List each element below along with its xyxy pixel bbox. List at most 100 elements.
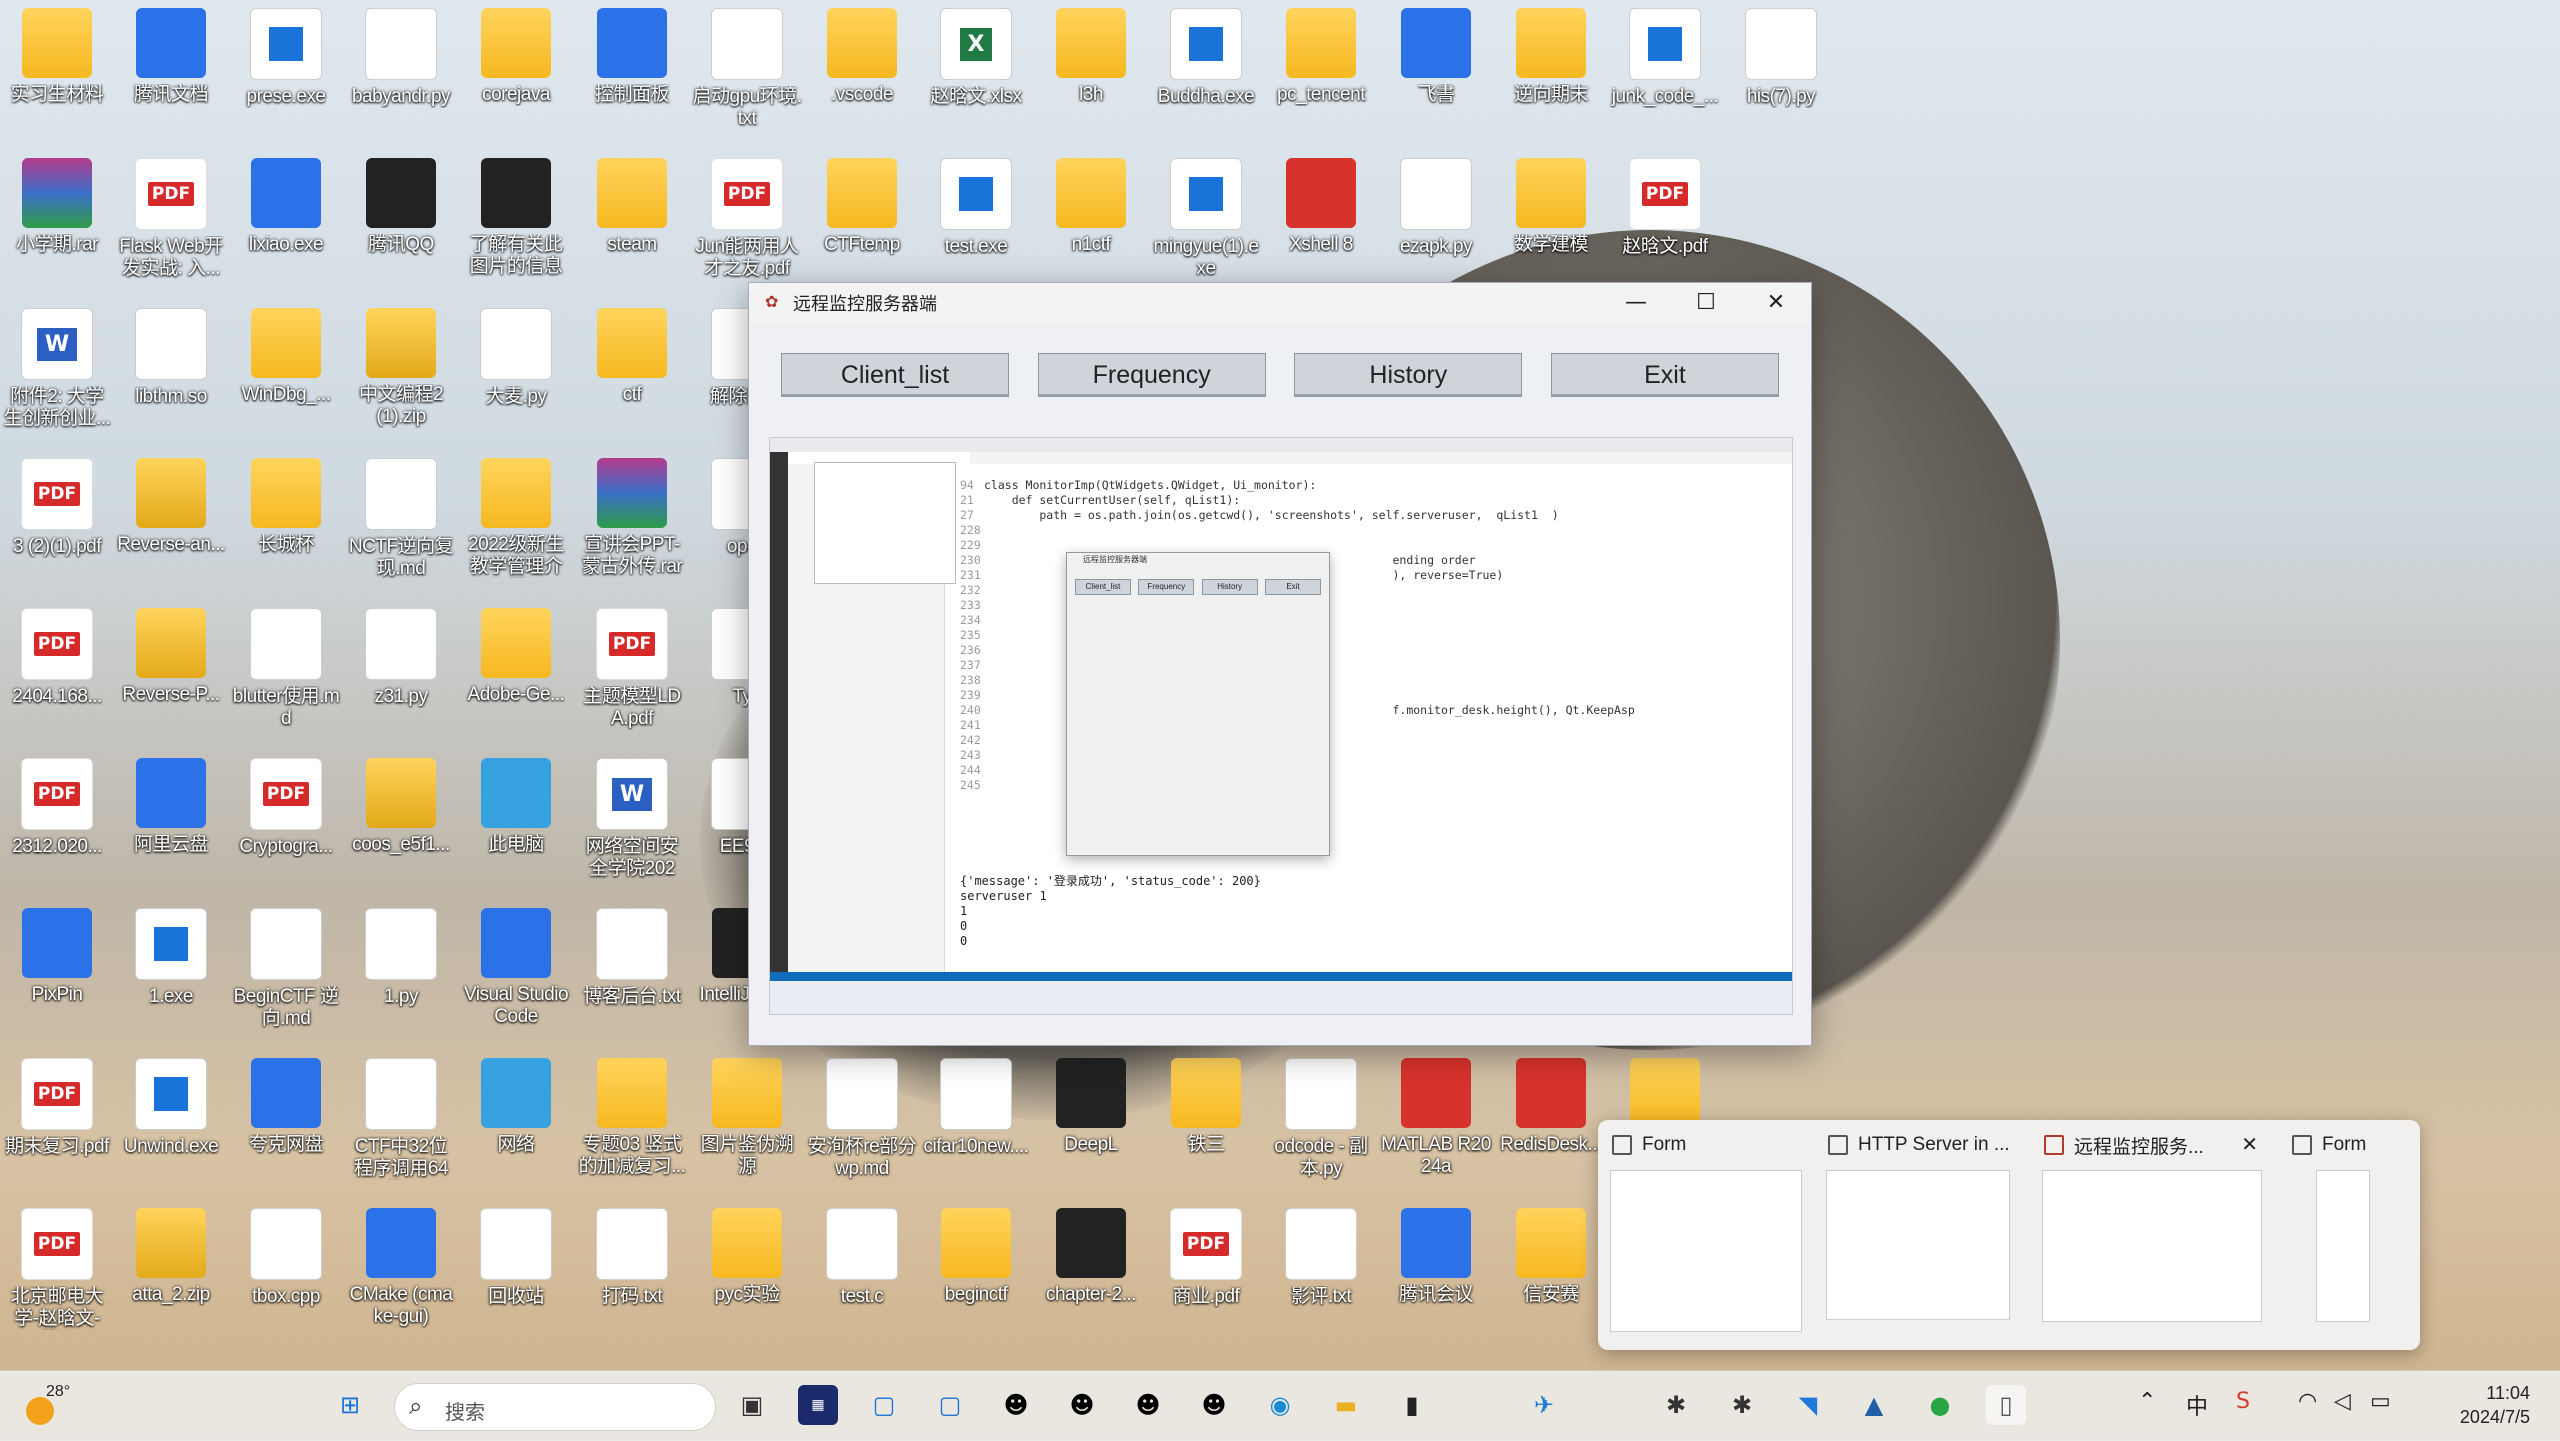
desktop-icon[interactable]: 实习生材料 <box>0 0 114 140</box>
desktop-icon[interactable]: 腾讯会议 <box>1379 1200 1493 1340</box>
bug-icon[interactable]: ✱ <box>1722 1385 1762 1425</box>
desktop-icon[interactable]: X 赵晗文.xlsx <box>919 0 1033 140</box>
desktop-icon[interactable]: 宣讲会PPT-蒙古外传.rar <box>575 450 689 590</box>
taskbar-search[interactable]: ⌕ 搜索 <box>394 1383 716 1431</box>
desktop-icon[interactable]: 博客后台.txt <box>575 900 689 1040</box>
desktop-icon[interactable]: WinDbg_... <box>229 300 343 440</box>
desktop-icon[interactable]: PDF 3 (2)(1).pdf <box>0 450 114 590</box>
wifi-icon[interactable]: ◠ <box>2298 1389 2317 1414</box>
desktop-icon[interactable]: BeginCTF 逆向.md <box>229 900 343 1040</box>
desktop-icon[interactable]: 飞書 <box>1379 0 1493 140</box>
desktop-icon[interactable]: 铁三 <box>1149 1050 1263 1190</box>
desktop-icon[interactable]: 信安赛 <box>1494 1200 1608 1340</box>
desktop-icon[interactable]: tbox.cpp <box>229 1200 343 1340</box>
chevron-up-icon[interactable]: ⌃ <box>2138 1389 2156 1414</box>
desktop-icon[interactable]: ❖ cifar10new.... <box>919 1050 1033 1190</box>
desktop-icon[interactable]: PDF 期末复习.pdf <box>0 1050 114 1190</box>
desktop-icon[interactable]: 安洵杯re部分wp.md <box>805 1050 919 1190</box>
desktop-icon[interactable]: 打码.txt <box>575 1200 689 1340</box>
wechat-icon[interactable]: ● <box>1920 1385 1960 1425</box>
desktop-icon[interactable]: 2022级新生教学管理介绍 <box>459 450 573 590</box>
desktop-icon[interactable]: PDF 北京邮电大学-赵晗文-简... <box>0 1200 114 1340</box>
task-view-icon[interactable]: ▣ <box>732 1385 772 1425</box>
notepad-icon[interactable]: ▯ <box>1986 1385 2026 1425</box>
desktop-icon[interactable]: W 附件2: 大学生创新创业... <box>0 300 114 440</box>
weather-widget[interactable]: 28° <box>26 1383 86 1429</box>
desktop-icon[interactable]: Unwind.exe <box>114 1050 228 1190</box>
desktop-icon[interactable]: PDF Cryptogra... <box>229 750 343 890</box>
desktop-icon[interactable]: 阿里云盘 <box>114 750 228 890</box>
app-icon[interactable]: ▢ <box>930 1385 970 1425</box>
desktop-icon[interactable]: 了解有关此图片的信息 <box>459 150 573 290</box>
desktop-icon[interactable]: coos_e5f1... <box>344 750 458 890</box>
exit-button[interactable]: Exit <box>1550 353 1779 397</box>
desktop-icon[interactable]: Xshell 8 <box>1264 150 1378 290</box>
desktop-icon[interactable]: l3h <box>1034 0 1148 140</box>
desktop-icon[interactable]: Visual Studio Code <box>459 900 573 1040</box>
feishu-icon[interactable]: ✈ <box>1524 1385 1564 1425</box>
desktop-icon[interactable]: 长城杯 <box>229 450 343 590</box>
desktop-icon[interactable]: Adobe-Ge... <box>459 600 573 740</box>
desktop-icon[interactable]: blutter使用.md <box>229 600 343 740</box>
desktop-icon[interactable]: ❖ odcode - 副本.py <box>1264 1050 1378 1190</box>
minimize-button[interactable]: — <box>1601 283 1671 323</box>
vscode-icon[interactable]: ◥ <box>1788 1385 1828 1425</box>
desktop-icon[interactable]: prese.exe <box>229 0 343 140</box>
battery-icon[interactable]: ▭ <box>2370 1389 2391 1414</box>
desktop-icon[interactable]: steam <box>575 150 689 290</box>
app-icon[interactable]: ▢ <box>864 1385 904 1425</box>
desktop-icon[interactable]: 控制面板 <box>575 0 689 140</box>
desktop-icon[interactable]: 图片鉴伪溯源 <box>690 1050 804 1190</box>
desktop-icon[interactable]: 回收站 <box>459 1200 573 1340</box>
preview-close-button[interactable]: ✕ <box>2241 1132 2258 1156</box>
desktop-icon[interactable]: test.exe <box>919 150 1033 290</box>
frequency-button[interactable]: Frequency <box>1037 353 1266 397</box>
desktop-icon[interactable]: PDF 2404.168... <box>0 600 114 740</box>
desktop-icon[interactable]: 网络 <box>459 1050 573 1190</box>
desktop-icon[interactable]: pyc实验 <box>690 1200 804 1340</box>
preview-form-2[interactable]: Form <box>2278 1132 2408 1340</box>
history-button[interactable]: History <box>1294 353 1523 397</box>
desktop-icon[interactable]: ctf <box>575 300 689 440</box>
desktop-icon[interactable]: 数学建模 <box>1494 150 1608 290</box>
desktop-icon[interactable]: ❖ ezapk.py <box>1379 150 1493 290</box>
desktop-icon[interactable]: n1ctf <box>1034 150 1148 290</box>
desktop-icon[interactable]: CTFtemp <box>805 150 919 290</box>
desktop-icon[interactable]: corejava <box>459 0 573 140</box>
desktop-icon[interactable]: test.c <box>805 1200 919 1340</box>
desktop-icon[interactable]: .vscode <box>805 0 919 140</box>
app-icon[interactable]: ▦ <box>798 1385 838 1425</box>
desktop-icon[interactable]: PDF Jun能两用人才之友.pdf <box>690 150 804 290</box>
window-titlebar[interactable]: ✿ 远程监控服务器端 — ☐ ✕ <box>749 283 1811 323</box>
desktop-icon[interactable]: PDF 主题模型LDA.pdf <box>575 600 689 740</box>
preview-form-1[interactable]: Form <box>1598 1132 1802 1340</box>
desktop-icon[interactable]: 启动gpu环境.txt <box>690 0 804 140</box>
desktop-icon[interactable]: ❖ babyandr.py <box>344 0 458 140</box>
desktop-icon[interactable]: libthm.so <box>114 300 228 440</box>
desktop-icon[interactable]: PDF 商业.pdf <box>1149 1200 1263 1340</box>
app-icon[interactable]: ☻ <box>1128 1385 1168 1425</box>
close-button[interactable]: ✕ <box>1741 283 1811 323</box>
desktop-icon[interactable]: NCTF逆向复现.md <box>344 450 458 590</box>
desktop-icon[interactable]: MATLAB R2024a <box>1379 1050 1493 1190</box>
app-tray-icon[interactable]: S <box>2236 1389 2250 1414</box>
file-explorer-icon[interactable]: ▬ <box>1326 1385 1366 1425</box>
desktop-icon[interactable]: Buddha.exe <box>1149 0 1263 140</box>
desktop-icon[interactable]: atta_2.zip <box>114 1200 228 1340</box>
desktop-icon[interactable]: PDF 赵晗文.pdf <box>1608 150 1722 290</box>
desktop-icon[interactable]: RedisDesk... <box>1494 1050 1608 1190</box>
desktop-icon[interactable]: 逆向期末 <box>1494 0 1608 140</box>
desktop-icon[interactable]: 小学期.rar <box>0 150 114 290</box>
desktop-icon[interactable]: CTF中32位程序调用64位... <box>344 1050 458 1190</box>
terminal-icon[interactable]: ▮ <box>1392 1385 1432 1425</box>
cat-icon[interactable]: ▲ <box>1854 1385 1894 1425</box>
desktop-icon[interactable]: CMake (cmake-gui) <box>344 1200 458 1340</box>
preview-remote-monitor[interactable]: 远程监控服务... ✕ <box>2030 1132 2266 1340</box>
desktop-icon[interactable]: 夸克网盘 <box>229 1050 343 1190</box>
desktop-icon[interactable]: DeepL <box>1034 1050 1148 1190</box>
volume-icon[interactable]: ◁ <box>2334 1389 2351 1414</box>
desktop-icon[interactable]: mingyue(1).exe <box>1149 150 1263 290</box>
desktop-icon[interactable]: 腾讯文档 <box>114 0 228 140</box>
desktop-icon[interactable]: ❖ 1.py <box>344 900 458 1040</box>
desktop-icon[interactable]: ❖ his(7).py <box>1724 0 1838 140</box>
